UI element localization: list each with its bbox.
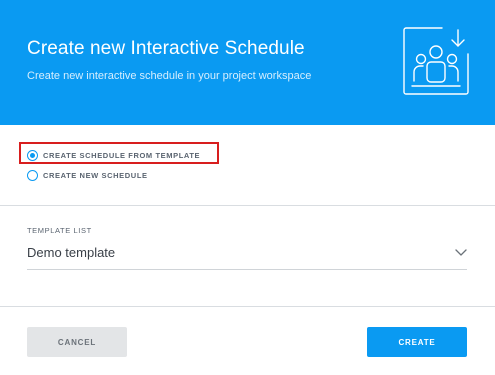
chevron-down-icon[interactable] <box>455 247 467 257</box>
template-list-label: TEMPLATE LIST <box>27 226 92 235</box>
radio-from-template[interactable] <box>27 150 38 161</box>
template-list-section: TEMPLATE LIST Demo template <box>27 226 467 270</box>
option-from-template-label: CREATE SCHEDULE FROM TEMPLATE <box>43 151 201 160</box>
template-select-value: Demo template <box>27 245 116 260</box>
schedule-options: CREATE SCHEDULE FROM TEMPLATE CREATE NEW… <box>0 125 495 205</box>
team-download-icon <box>403 27 469 95</box>
option-from-template[interactable]: CREATE SCHEDULE FROM TEMPLATE <box>27 150 200 161</box>
divider <box>0 205 495 206</box>
radio-new-schedule[interactable] <box>27 170 38 181</box>
create-button[interactable]: CREATE <box>367 327 467 357</box>
dialog-title: Create new Interactive Schedule <box>27 38 305 59</box>
divider <box>0 306 495 307</box>
cancel-button[interactable]: CANCEL <box>27 327 127 357</box>
template-select[interactable]: Demo template <box>27 242 467 270</box>
dialog-subtitle: Create new interactive schedule in your … <box>27 70 312 82</box>
dialog-header: Create new Interactive Schedule Create n… <box>0 0 495 125</box>
create-schedule-dialog: Create new Interactive Schedule Create n… <box>0 0 495 375</box>
option-new-schedule[interactable]: CREATE NEW SCHEDULE <box>27 170 148 181</box>
option-new-schedule-label: CREATE NEW SCHEDULE <box>43 171 148 180</box>
